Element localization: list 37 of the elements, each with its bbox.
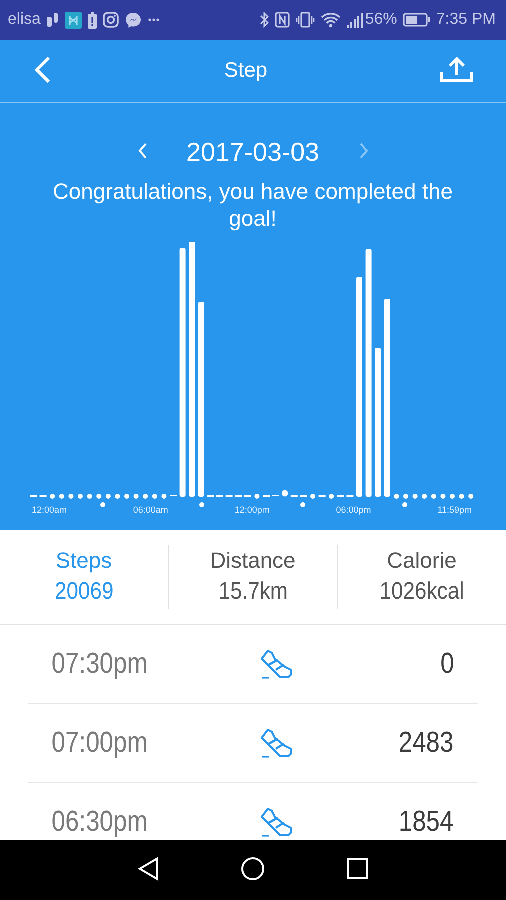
- step-count: 1854: [399, 806, 456, 838]
- sneaker-icon: [259, 649, 295, 679]
- battery-alert-icon: [88, 12, 97, 28]
- nfc-icon: [275, 12, 290, 28]
- camera-icon: [102, 12, 119, 28]
- battery-percent: 56%: [365, 11, 398, 29]
- battery-icon: [403, 13, 430, 27]
- goal-message: Congratulations, you have completed the goal!: [52, 178, 454, 232]
- recents-nav-button[interactable]: [347, 858, 369, 882]
- chevron-left-icon[interactable]: [136, 142, 148, 160]
- wifi-icon: [321, 12, 342, 28]
- chat-bubble-icon: [124, 12, 142, 28]
- stat-tab[interactable]: Distance 15.7km: [168, 545, 337, 609]
- carrier-name: elisa: [8, 11, 41, 29]
- clock-time: 7:35 PM: [436, 11, 496, 29]
- time-axis-label: 06:00pm: [336, 505, 372, 515]
- bluetooth-icon: [260, 12, 270, 28]
- screen-title: Step: [224, 59, 268, 83]
- time-axis-label: 06:00am: [133, 505, 168, 515]
- time-axis-label: 12:00pm: [234, 505, 270, 515]
- sneaker-icon: [259, 728, 295, 758]
- more-icon: [148, 18, 160, 22]
- date-label: 2017-03-03: [186, 137, 320, 168]
- app-icon: [64, 12, 82, 28]
- vibrate-icon: [296, 12, 316, 28]
- record-time: 07:00pm: [50, 726, 149, 760]
- step-count: 2483: [399, 726, 456, 760]
- time-axis-label: 12:00am: [32, 505, 68, 515]
- step-count: 0: [440, 648, 456, 680]
- record-time: 07:30pm: [50, 648, 149, 680]
- time-axis-label: 11:59pm: [438, 505, 472, 515]
- cell-signal-icon: [347, 12, 364, 28]
- home-nav-button[interactable]: [241, 856, 265, 884]
- stat-tab[interactable]: Calorie 1026kcal: [337, 545, 506, 609]
- back-nav-button[interactable]: [137, 856, 159, 884]
- record-time: 06:30pm: [50, 806, 149, 838]
- sneaker-icon: [259, 807, 295, 837]
